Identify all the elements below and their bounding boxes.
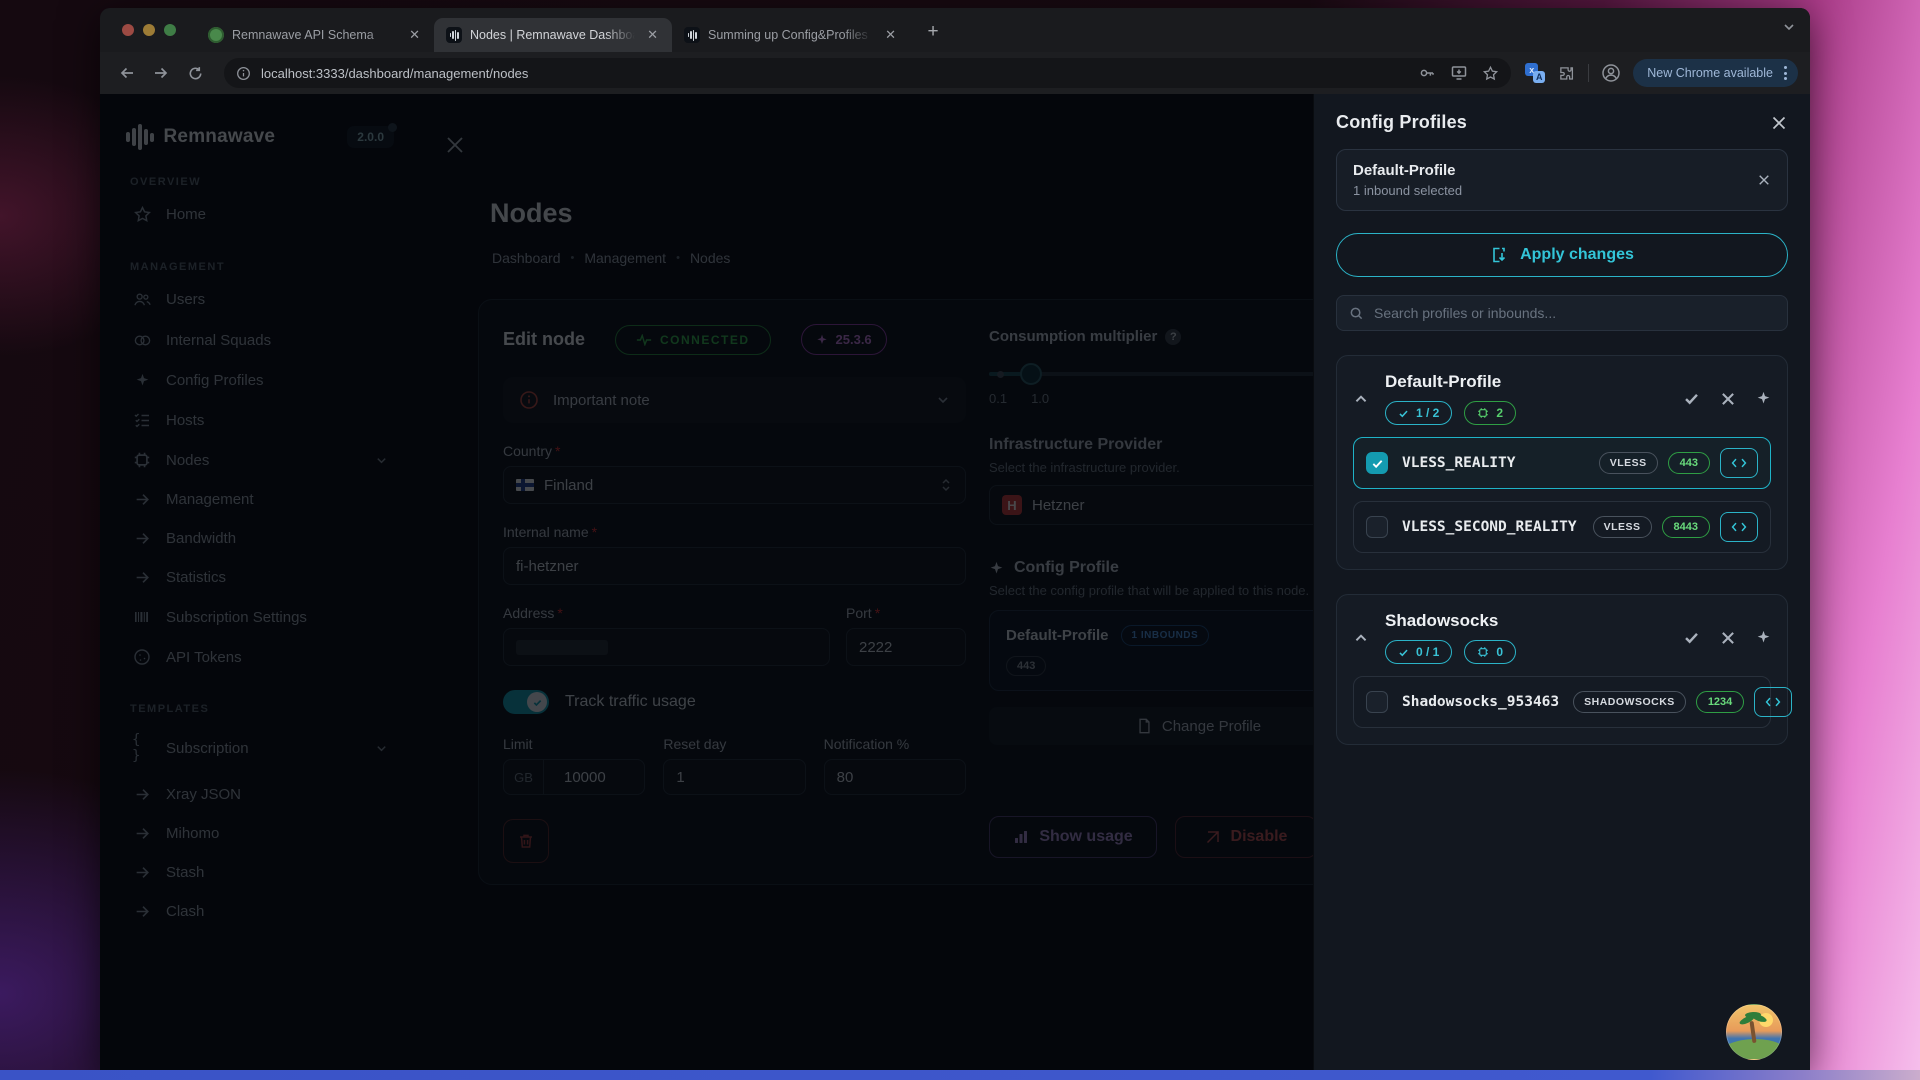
window-controls (122, 24, 176, 36)
remnawave-favicon (684, 27, 700, 43)
inbound-count-badge: 0 (1464, 640, 1516, 664)
profile-group-shadowsocks: Shadowsocks 0 / 1 0 Shadowsocks_953463 SHADO… (1336, 594, 1788, 745)
password-key-icon[interactable] (1418, 64, 1436, 82)
group-name: Shadowsocks (1385, 611, 1669, 631)
group-name: Default-Profile (1385, 372, 1669, 392)
config-profiles-drawer: Config Profiles Default-Profile 1 inboun… (1313, 94, 1810, 1070)
inbound-type-badge: VLESS (1593, 516, 1652, 538)
support-avatar[interactable] (1726, 1004, 1782, 1060)
inbound-checkbox[interactable] (1366, 452, 1388, 474)
search-box[interactable] (1336, 295, 1788, 331)
reload-button[interactable] (180, 58, 210, 88)
selected-count-badge: 1 / 2 (1385, 401, 1452, 425)
close-icon (1770, 114, 1788, 132)
search-icon (1349, 306, 1364, 321)
drawer-close-button[interactable] (1770, 114, 1788, 132)
inbound-port-badge: 1234 (1696, 691, 1744, 713)
browser-toolbar: localhost:3333/dashboard/management/node… (100, 52, 1810, 94)
profile-icon[interactable] (1601, 63, 1621, 83)
minimize-window-button[interactable] (143, 24, 155, 36)
close-icon (1757, 173, 1771, 187)
inbound-type-badge: SHADOWSOCKS (1573, 691, 1686, 713)
browser-window: Remnawave API Schema✕Nodes | Remnawave D… (100, 8, 1810, 1070)
collapse-group-icon[interactable] (1353, 391, 1371, 407)
tab-close-icon[interactable]: ✕ (643, 26, 662, 44)
search-input[interactable] (1374, 305, 1775, 321)
chrome-menu-icon[interactable] (1781, 66, 1790, 80)
inbound-port-badge: 8443 (1662, 516, 1710, 538)
inbound-row-vless_reality[interactable]: VLESS_REALITY VLESS 443 (1353, 437, 1771, 489)
new-chrome-label: New Chrome available (1647, 66, 1773, 80)
tab-title: Nodes | Remnawave Dashboard (470, 28, 635, 42)
selected-profile-summary-card: Default-Profile 1 inbound selected (1336, 149, 1788, 211)
selected-profile-subtitle: 1 inbound selected (1353, 183, 1462, 198)
inbound-name: VLESS_SECOND_REALITY (1402, 519, 1577, 535)
view-config-code-button[interactable] (1720, 448, 1758, 478)
group-clear-icon[interactable] (1720, 630, 1736, 646)
tab-search-chevron-icon[interactable] (1782, 20, 1796, 34)
swagger-favicon (208, 27, 224, 43)
inbound-name: Shadowsocks_953463 (1402, 694, 1559, 710)
inbound-checkbox[interactable] (1366, 516, 1388, 538)
toolbar-divider (1588, 64, 1589, 82)
browser-tab-0[interactable]: Remnawave API Schema ✕ (196, 18, 434, 52)
group-select-all-icon[interactable] (1683, 629, 1700, 646)
inbound-port-badge: 443 (1668, 452, 1710, 474)
apply-changes-button[interactable]: Apply changes (1336, 233, 1788, 277)
group-target-icon[interactable] (1756, 630, 1771, 645)
url-text[interactable]: localhost:3333/dashboard/management/node… (261, 66, 1408, 81)
forward-button[interactable] (146, 58, 176, 88)
inbound-row-shadowsocks_953463[interactable]: Shadowsocks_953463 SHADOWSOCKS 1234 (1353, 676, 1771, 728)
inbound-name: VLESS_REALITY (1402, 455, 1516, 471)
tab-close-icon[interactable]: ✕ (405, 26, 424, 44)
selected-count-badge: 0 / 1 (1385, 640, 1452, 664)
desktop-background: Remnawave API Schema✕Nodes | Remnawave D… (0, 0, 1920, 1080)
drawer-title: Config Profiles (1336, 112, 1467, 133)
extensions-puzzle-icon[interactable] (1557, 64, 1576, 83)
browser-tab-1[interactable]: Nodes | Remnawave Dashboard ✕ (434, 18, 672, 52)
group-select-all-icon[interactable] (1683, 390, 1700, 407)
profile-group-default-profile: Default-Profile 1 / 2 2 VLESS_REALITY VLESS 4… (1336, 355, 1788, 570)
view-config-code-button[interactable] (1720, 512, 1758, 542)
remnawave-favicon (446, 27, 462, 43)
bookmark-star-icon[interactable] (1482, 65, 1499, 82)
taskbar-strip (0, 1070, 1920, 1080)
group-clear-icon[interactable] (1720, 391, 1736, 407)
new-chrome-available-button[interactable]: New Chrome available (1633, 59, 1798, 87)
clear-selection-button[interactable] (1757, 173, 1771, 187)
inbound-row-vless_second_reality[interactable]: VLESS_SECOND_REALITY VLESS 8443 (1353, 501, 1771, 553)
inbound-checkbox[interactable] (1366, 691, 1388, 713)
inbound-count-badge: 2 (1464, 401, 1516, 425)
browser-tab-2[interactable]: Summing up Config&Profiles ✕ (672, 18, 910, 52)
save-to-device-icon[interactable] (1450, 64, 1468, 82)
tab-close-icon[interactable]: ✕ (881, 26, 900, 44)
tab-title: Summing up Config&Profiles (708, 28, 873, 42)
tab-title: Remnawave API Schema (232, 28, 397, 42)
apply-icon (1490, 246, 1508, 264)
site-info-icon[interactable] (236, 66, 251, 81)
browser-tab-bar: Remnawave API Schema✕Nodes | Remnawave D… (100, 8, 1810, 52)
maximize-window-button[interactable] (164, 24, 176, 36)
collapse-group-icon[interactable] (1353, 630, 1371, 646)
translate-icon[interactable]: x A (1525, 63, 1545, 83)
inbound-type-badge: VLESS (1599, 452, 1658, 474)
selected-profile-name: Default-Profile (1353, 162, 1462, 179)
close-window-button[interactable] (122, 24, 134, 36)
address-bar[interactable]: localhost:3333/dashboard/management/node… (224, 58, 1511, 88)
new-tab-button[interactable]: + (920, 19, 946, 45)
group-target-icon[interactable] (1756, 391, 1771, 406)
view-config-code-button[interactable] (1754, 687, 1792, 717)
back-button[interactable] (112, 58, 142, 88)
